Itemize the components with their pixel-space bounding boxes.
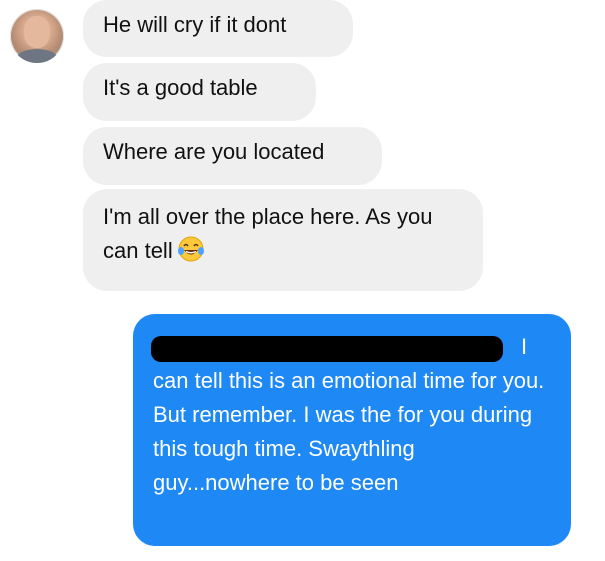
incoming-message-bubble[interactable]: He will cry if it dont <box>83 0 353 57</box>
message-text: Where are you located <box>103 139 325 164</box>
incoming-message-bubble[interactable]: Where are you located <box>83 127 382 185</box>
face-with-tears-of-joy-icon <box>177 235 205 263</box>
incoming-message-bubble[interactable]: I'm all over the place here. As you can … <box>83 189 483 291</box>
message-text: I'm all over the place here. As you can … <box>103 204 433 263</box>
redacted-line: I <box>151 330 551 364</box>
avatar-face <box>24 16 50 48</box>
outgoing-message-bubble[interactable]: I can tell this is an emotional time for… <box>133 314 571 546</box>
redaction-bar <box>151 336 503 362</box>
message-text: can tell this is an emotional time for y… <box>153 368 545 495</box>
message-text: It's a good table <box>103 75 258 100</box>
avatar-shirt <box>16 49 58 63</box>
message-text: He will cry if it dont <box>103 12 287 37</box>
incoming-message-bubble[interactable]: It's a good table <box>83 63 316 121</box>
contact-avatar[interactable] <box>10 9 64 63</box>
message-text-fragment: I <box>521 334 528 359</box>
